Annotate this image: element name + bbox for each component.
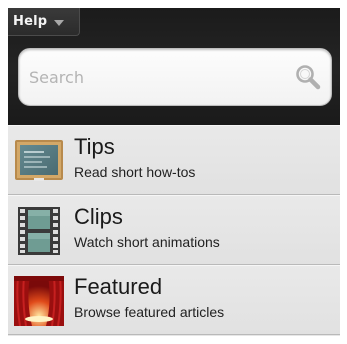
item-title: Featured	[74, 274, 163, 299]
app-menu-label: Help	[13, 14, 48, 29]
chalkboard-icon	[15, 140, 63, 181]
item-title: Tips	[74, 134, 115, 159]
item-title: Clips	[74, 204, 123, 229]
app-header: Help	[8, 8, 340, 125]
help-topic-list: Tips Read short how-tos Clips Watch shor…	[8, 125, 340, 335]
item-subtitle: Browse featured articles	[74, 304, 225, 320]
stage-curtain-icon	[14, 276, 64, 326]
film-strip-icon	[18, 207, 60, 255]
app-menu-button[interactable]: Help	[8, 8, 80, 36]
search-icon[interactable]	[293, 63, 323, 93]
search-input[interactable]	[29, 65, 279, 89]
search-field[interactable]	[18, 48, 332, 106]
item-subtitle: Watch short animations	[74, 234, 220, 250]
list-item-featured[interactable]: Featured Browse featured articles	[8, 265, 340, 335]
item-subtitle: Read short how-tos	[74, 164, 196, 180]
list-item-clips[interactable]: Clips Watch short animations	[8, 195, 340, 265]
list-item-tips[interactable]: Tips Read short how-tos	[8, 125, 340, 195]
help-app: Help Search Tips Read short how-tos Clip…	[8, 8, 340, 336]
chevron-down-icon	[54, 19, 65, 26]
